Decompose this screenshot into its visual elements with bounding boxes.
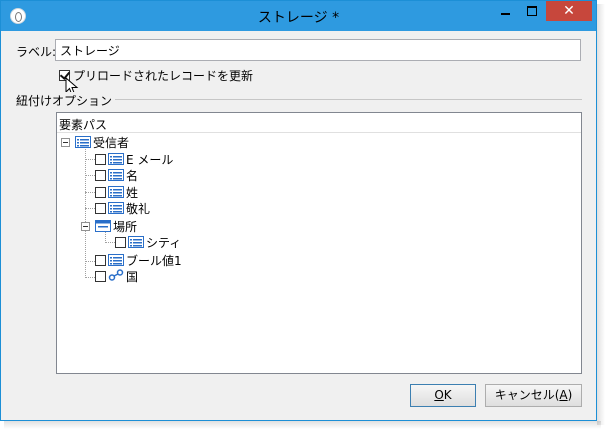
tree-item-country[interactable]: 国 bbox=[126, 268, 138, 284]
tree-connector bbox=[85, 192, 95, 194]
list-icon bbox=[128, 236, 144, 248]
label-field-label: ラベル: bbox=[16, 45, 57, 59]
checkbox-country[interactable] bbox=[95, 271, 106, 282]
tree-connector bbox=[85, 175, 95, 177]
cancel-label-suffix: ) bbox=[567, 388, 573, 402]
tree-connector bbox=[85, 208, 95, 210]
ok-mnemonic: O bbox=[434, 388, 444, 402]
column-header-label: 要素パス bbox=[59, 118, 108, 132]
tree-item-last-name[interactable]: 姓 bbox=[126, 184, 138, 200]
minimize-button[interactable] bbox=[492, 1, 519, 21]
checkbox-first-name[interactable] bbox=[95, 170, 106, 181]
title-bar[interactable]: ストレージ * ✕ bbox=[1, 1, 596, 31]
window-shadow-right bbox=[597, 4, 605, 425]
tree-item-location[interactable]: 場所 bbox=[113, 218, 137, 234]
label-input[interactable]: ストレージ bbox=[55, 39, 581, 61]
list-icon bbox=[108, 186, 124, 198]
link-icon bbox=[108, 269, 124, 281]
preload-update-label[interactable]: プリロードされたレコードを更新 bbox=[73, 67, 253, 84]
tree-connector bbox=[85, 149, 87, 278]
ok-label-rest: K bbox=[443, 388, 452, 402]
checkbox-email[interactable] bbox=[95, 154, 106, 165]
tree-connector bbox=[85, 159, 95, 161]
list-icon bbox=[75, 136, 91, 148]
tree-connector bbox=[85, 261, 95, 263]
tree-item-city[interactable]: シティ bbox=[146, 234, 181, 250]
tree-item-recipient[interactable]: 受信者 bbox=[93, 134, 129, 150]
list-icon bbox=[108, 169, 124, 181]
cancel-mnemonic: A bbox=[559, 388, 568, 402]
tree-connector bbox=[105, 242, 115, 244]
checkbox-last-name[interactable] bbox=[95, 187, 106, 198]
tree-item-boolean1[interactable]: ブール値1 bbox=[126, 252, 182, 268]
tree-item-first-name[interactable]: 名 bbox=[126, 167, 138, 183]
checkbox-salutation[interactable] bbox=[95, 203, 106, 214]
ok-button[interactable]: OK bbox=[410, 384, 476, 407]
cancel-button[interactable]: キャンセル(A) bbox=[485, 384, 582, 407]
tree-connector bbox=[85, 277, 95, 279]
storage-dialog: ストレージ * ✕ ラベル: ストレージ プリロードされたレコードを更新 紐付け… bbox=[0, 0, 597, 421]
list-icon bbox=[108, 202, 124, 214]
maximize-button[interactable] bbox=[519, 1, 546, 21]
window-shadow-bottom bbox=[4, 421, 601, 429]
checkbox-city[interactable] bbox=[115, 237, 126, 248]
column-header-element-path[interactable]: 要素パス bbox=[57, 113, 581, 133]
list-icon bbox=[108, 153, 124, 165]
collapse-icon[interactable] bbox=[81, 222, 90, 231]
tree-item-salutation[interactable]: 敬礼 bbox=[126, 200, 150, 216]
list-icon bbox=[108, 254, 124, 266]
cancel-label-prefix: キャンセル( bbox=[494, 388, 560, 402]
folder-list-icon bbox=[95, 220, 111, 232]
element-path-tree[interactable]: 要素パス 受信者 E メール 名 姓 敬礼 場所 シティ ブール値1 国 bbox=[56, 112, 582, 374]
close-button[interactable]: ✕ bbox=[546, 1, 592, 21]
linking-options-title: 紐付けオプション bbox=[16, 92, 116, 109]
tree-item-email[interactable]: E メール bbox=[126, 151, 173, 167]
checkbox-boolean1[interactable] bbox=[95, 255, 106, 266]
collapse-icon[interactable] bbox=[61, 138, 70, 147]
close-icon: ✕ bbox=[563, 3, 575, 19]
